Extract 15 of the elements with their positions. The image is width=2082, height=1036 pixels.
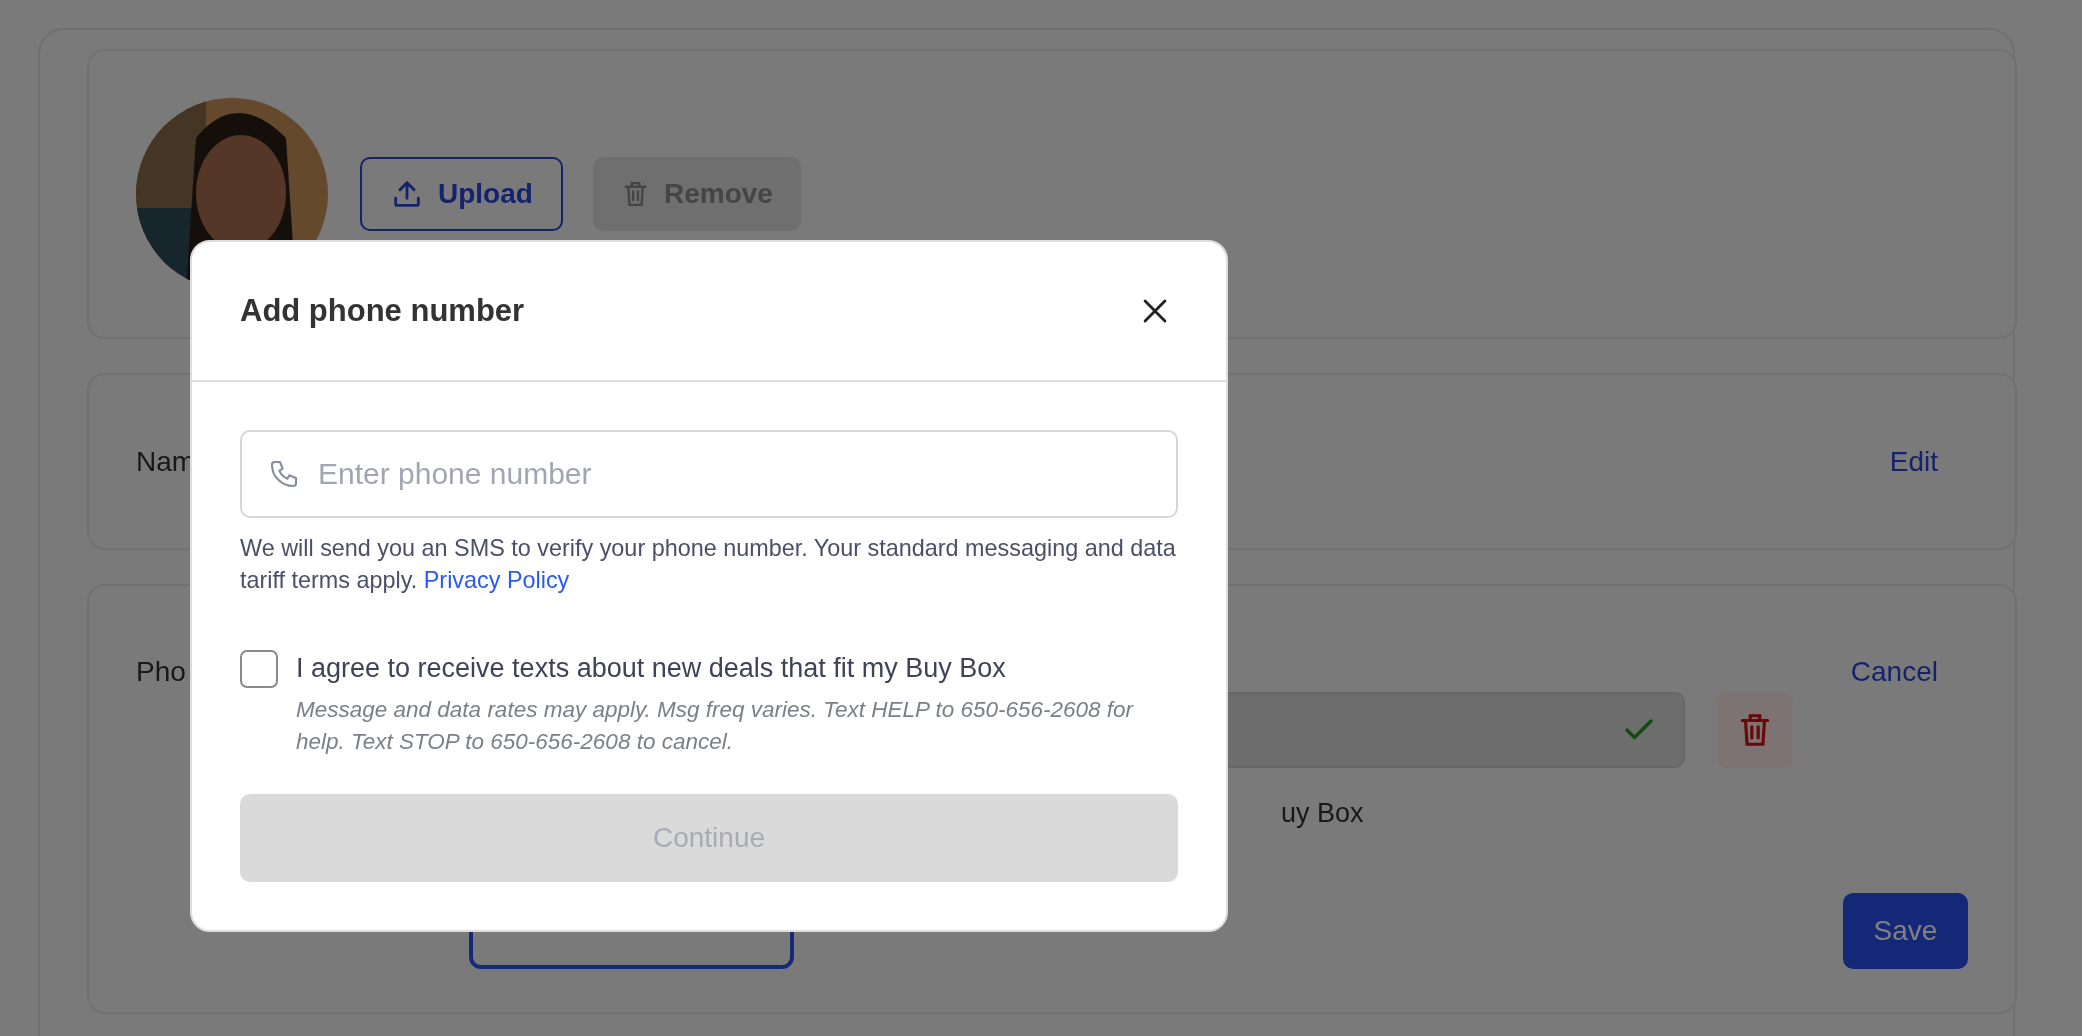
help-text: We will send you an SMS to verify your phone number. Your standard messaging and data tariff terms apply. Privacy Policy [240, 534, 1177, 595]
checkbox[interactable] [240, 650, 278, 688]
upload-button[interactable]: Upload [360, 157, 563, 231]
disclaimer-text: Message and data rates may apply. Msg freq varies. Text HELP to 650-656-2608 for help. Text STOP to 650-656-2608 to cancel. [296, 696, 1135, 756]
section-label: Pho [136, 656, 186, 688]
phone-number-field[interactable]: Enter phone number [240, 430, 1178, 518]
phone-icon [268, 458, 300, 490]
edit-link[interactable]: Edit [1889, 445, 1938, 478]
cancel-link[interactable]: Cancel [1850, 656, 1938, 688]
privacy-policy-link[interactable]: Privacy Policy [423, 567, 570, 593]
checkbox-label: I agree to receive texts about new deals that fit my Buy Box [296, 652, 1007, 685]
delete-button[interactable] [1717, 692, 1793, 768]
save-button[interactable]: Save [1843, 893, 1968, 969]
consent-label: uy Box [1281, 798, 1364, 828]
dialog-title: Add phone number [240, 293, 525, 329]
